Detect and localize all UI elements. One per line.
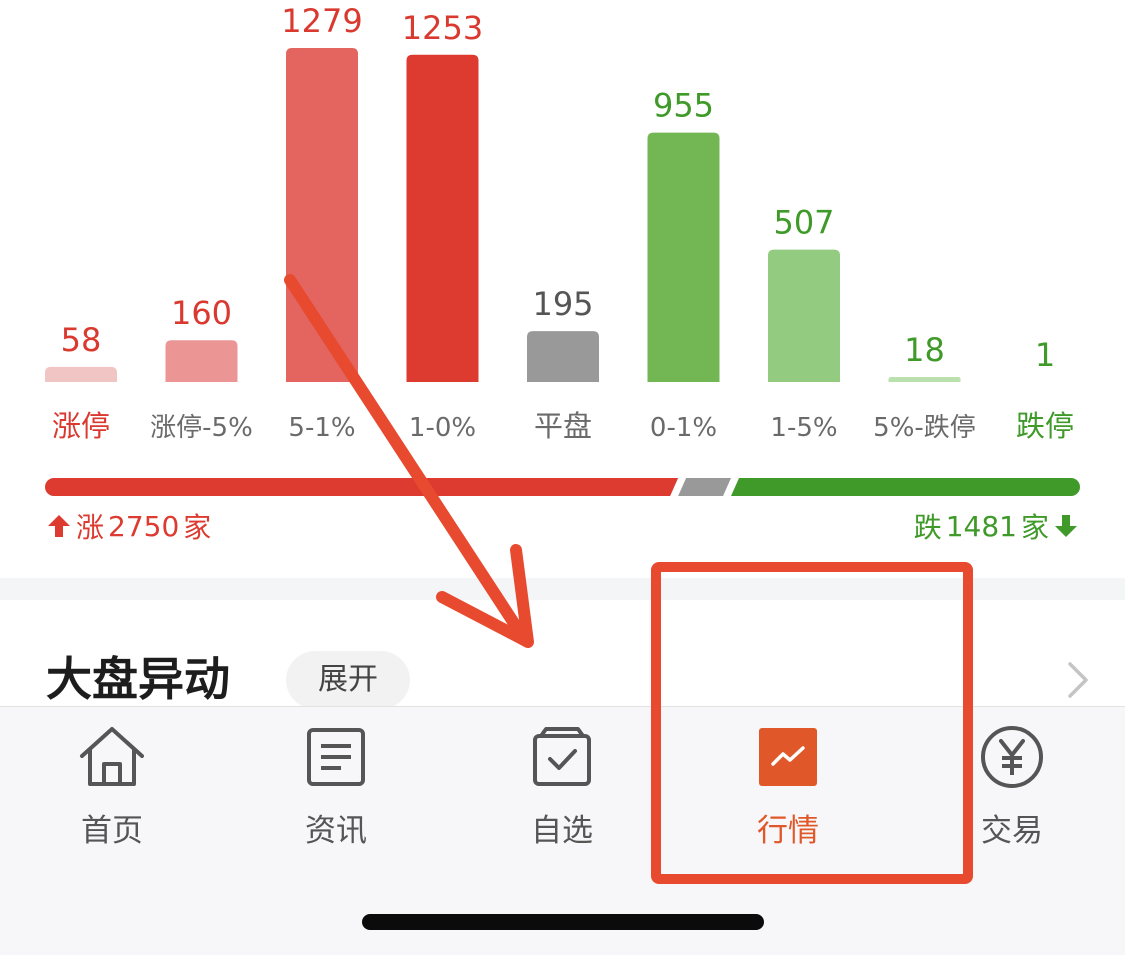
bar-6 [768,249,840,382]
tab-home[interactable]: 首页 [42,721,182,850]
rise-count: 2750 [108,509,180,543]
bar-7 [888,377,961,382]
bar-value-label: 18 [904,331,945,369]
fall-unit: 家 [1020,511,1049,544]
rise-summary: 涨 2750 家 [46,506,211,546]
breadth-flat-segment [678,478,732,496]
home-indicator[interactable] [362,914,764,930]
bar-category-label: 0-1% [650,413,717,443]
rise-label: 涨 [76,511,105,544]
breadth-rise-segment [45,478,679,496]
tab-news[interactable]: 资讯 [266,721,406,850]
bar-value-label: 1 [1035,336,1055,374]
fall-label: 跌 [913,511,942,544]
bar-value-label: 58 [61,321,102,359]
expand-button[interactable]: 展开 [286,651,410,709]
rise-unit: 家 [183,511,212,544]
bar-value-label: 1279 [281,2,362,40]
trade-icon [981,726,1043,788]
bar-category-label: 1-0% [409,413,476,443]
tab-trade-label: 交易 [981,813,1043,849]
bar-category-label: 平盘 [534,409,592,443]
bar-category-label: 5%-跌停 [873,413,976,443]
chevron-right-icon[interactable] [1062,658,1092,702]
bar-2 [286,48,358,382]
watchlist-icon [533,727,591,786]
bar-value-label: 955 [653,87,714,125]
tab-home-label: 首页 [81,813,143,849]
fall-count: 1481 [945,509,1017,543]
bar-value-label: 195 [532,285,593,323]
section-divider [0,578,1125,600]
bar-0 [45,366,117,382]
tab-market[interactable]: 行情 [718,721,858,850]
news-icon [307,728,365,786]
bar-category-label: 1-5% [770,413,837,443]
bar-4 [527,331,599,382]
bar-category-label: 跌停 [1016,409,1074,443]
bar-5 [647,132,720,382]
arrow-down-icon [1055,515,1077,537]
distribution-chart: 58 涨停 160 涨停-5% 1279 5-1% 1253 1-0% 195 平盘 955 0-1%… [45,2,1080,496]
arrow-up-icon [48,515,70,537]
bar-value-label: 507 [773,204,834,242]
tab-trade[interactable]: 交易 [942,721,1082,850]
tab-watchlist[interactable]: 自选 [492,721,632,850]
bar-3 [406,54,479,383]
bar-value-label: 1253 [402,9,483,47]
tab-watchlist-label: 自选 [531,813,593,849]
market-icon [759,728,817,786]
home-icon [80,727,144,786]
bar-category-label: 涨停 [52,409,110,443]
breadth-fall-segment [731,478,1080,496]
tab-market-label: 行情 [757,813,819,849]
bar-value-label: 160 [171,294,232,332]
bottom-tab-bar: 首页 资讯 自选 行情 交易 [0,706,1125,955]
bar-category-label: 5-1% [288,413,355,443]
bar-category-label: 涨停-5% [150,413,253,443]
tab-news-label: 资讯 [305,813,367,849]
bar-1 [165,340,238,382]
section-title: 大盘异动 [46,652,230,706]
fall-summary: 跌 1481 家 [914,506,1079,546]
